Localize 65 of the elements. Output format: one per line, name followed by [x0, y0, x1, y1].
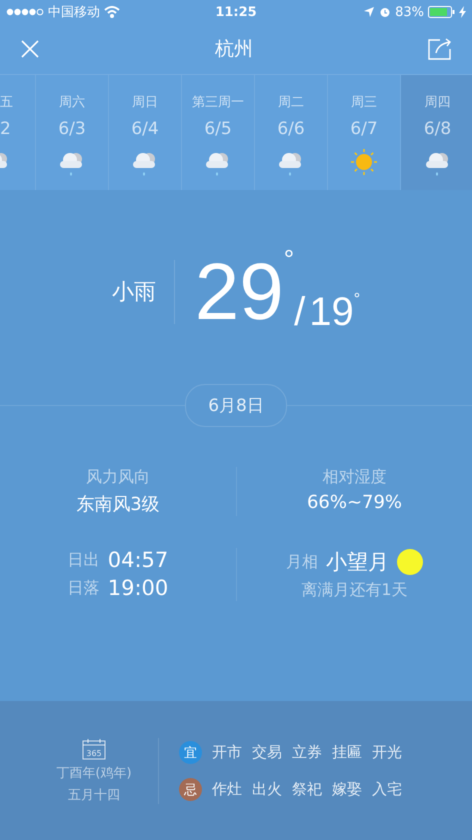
day-column[interactable]: 周二 6/6 [255, 75, 328, 190]
date-label: 6/3 [58, 119, 86, 139]
alarm-clock-icon [379, 6, 392, 18]
date-label: 6/4 [131, 119, 159, 139]
high-temperature: 29$^{°}$ [194, 252, 294, 332]
temperature-separator: / [294, 292, 306, 332]
moon-icon [397, 549, 423, 575]
day-column[interactable]: 周六 6/3 [36, 75, 109, 190]
moon-phase-value: 小望月 [326, 549, 389, 576]
weekday-label: 周六 [59, 94, 85, 111]
battery-icon [428, 6, 456, 18]
date-label: 6/5 [204, 119, 232, 139]
clock-time: 11:25 [215, 4, 257, 20]
day-column[interactable]: 周四 6/8 [401, 75, 472, 190]
day-column[interactable]: 第三周一 6/5 [182, 75, 255, 190]
humidity-label: 相对湿度 [322, 467, 386, 488]
signal-icon [6, 8, 44, 16]
full-moon-countdown: 离满月还有1天 [301, 580, 408, 601]
city-title: 杭州 [215, 37, 253, 62]
lunar-date: 五月十四 [68, 787, 120, 804]
wind-value: 东南风3级 [76, 493, 160, 516]
close-icon[interactable] [20, 39, 40, 59]
location-arrow-icon [363, 6, 376, 18]
humidity-value: 66%~79% [306, 492, 402, 513]
almanac-item: 开光 [372, 743, 402, 762]
moon-phase-label: 月相 [286, 552, 318, 572]
battery-percent: 83% [395, 4, 424, 20]
almanac-badge: 忌 [179, 778, 202, 801]
low-temperature: 19$^{°}$ [309, 292, 360, 332]
almanac-item: 立券 [292, 743, 322, 762]
almanac-item: 交易 [252, 743, 282, 762]
sunset-time: 19:00 [108, 576, 168, 600]
weekday-label: 第三周一 [192, 94, 244, 111]
day-column[interactable]: 五 2 [0, 75, 36, 190]
date-label: 6/8 [424, 119, 452, 139]
sunrise-time: 04:57 [108, 548, 168, 572]
date-pill: 6月8日 [185, 384, 287, 427]
sun-icon [349, 147, 379, 177]
weekday-label: 五 [0, 94, 13, 111]
almanac-item: 挂匾 [332, 743, 362, 762]
date-label: 2 [0, 119, 11, 139]
almanac-badge: 宜 [179, 741, 202, 764]
wind-label: 风力风向 [86, 467, 150, 488]
almanac-item: 嫁娶 [332, 780, 362, 799]
day-column[interactable]: 周日 6/4 [109, 75, 182, 190]
charging-bolt-icon [459, 6, 466, 18]
almanac-item: 作灶 [212, 780, 242, 799]
calendar-icon: 365 [82, 738, 106, 760]
carrier-name: 中国移动 [48, 4, 100, 21]
sunrise-label: 日出 [68, 550, 100, 570]
lunar-year: 丁酉年(鸡年) [56, 765, 132, 782]
almanac-item: 开市 [212, 743, 242, 762]
weekday-label: 周日 [132, 94, 158, 111]
almanac-item: 出火 [252, 780, 282, 799]
weekday-label: 周四 [424, 94, 450, 111]
weekday-label: 周三 [351, 94, 377, 111]
date-label: 6/6 [277, 119, 305, 139]
wifi-icon [104, 6, 120, 18]
share-icon[interactable] [428, 38, 452, 60]
sunset-label: 日落 [68, 578, 100, 598]
weather-condition: 小雨 [112, 260, 175, 324]
almanac-item: 入宅 [372, 780, 402, 799]
weekday-label: 周二 [278, 94, 304, 111]
almanac-item: 祭祀 [292, 780, 322, 799]
date-label: 6/7 [350, 119, 378, 139]
